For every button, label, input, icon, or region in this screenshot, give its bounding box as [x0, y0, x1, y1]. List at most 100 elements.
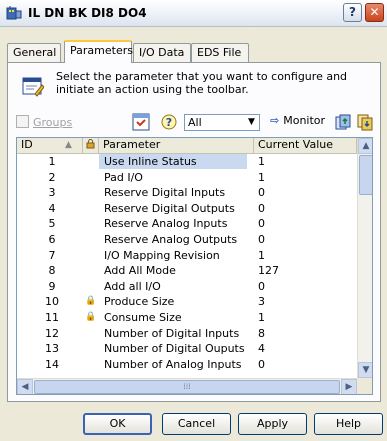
cell-current-value[interactable]: 0 [255, 279, 358, 294]
monitor-label: Monitor [283, 114, 326, 127]
cell-id: 14 [45, 357, 59, 371]
tab-io-data[interactable]: I/O Data [133, 43, 191, 62]
parameter-filter-select[interactable]: All ▼ [184, 114, 260, 131]
dialog-window: IL DN BK DI8 DO4 ? ✕ General Parameters … [0, 0, 387, 441]
upload-icon[interactable] [334, 113, 352, 131]
cell-id: 6 [48, 233, 56, 246]
table-row[interactable]: 12 Number of Digital Inputs 8 [17, 326, 357, 341]
ok-button[interactable]: OK [83, 413, 152, 435]
cell-parameter-name: Add all I/O [104, 279, 161, 293]
scroll-up-icon[interactable]: ▲ [358, 138, 372, 154]
column-header-parameter[interactable]: Parameter [99, 138, 254, 153]
cell-current-value[interactable]: 8 [255, 326, 358, 341]
lock-empty [83, 326, 99, 341]
horizontal-scrollbar[interactable]: ◀ ⁞⁞⁞ ▶ [17, 378, 357, 394]
cell-current-value[interactable]: 0 [255, 216, 358, 231]
vertical-scrollbar[interactable]: ▲ ▼ [357, 138, 372, 378]
cell-id: 10 [45, 295, 59, 309]
table-row[interactable]: 1 Use Inline Status 1 [17, 154, 357, 169]
table-row[interactable]: 3 Reserve Digital Inputs 0 [17, 185, 357, 200]
cell-current-value[interactable]: 1 [255, 310, 358, 325]
help-button[interactable]: Help [314, 413, 383, 435]
window-title: IL DN BK DI8 DO4 [28, 6, 147, 20]
scroll-down-icon[interactable]: ▼ [358, 362, 372, 378]
sort-arrow-icon: ▲ [65, 140, 72, 150]
cell-parameter-name: Reserve Analog Inputs [104, 217, 228, 231]
help-parameter-icon[interactable]: ? [160, 113, 178, 131]
lock-empty [83, 232, 99, 247]
cell-current-value[interactable]: 0 [255, 201, 358, 216]
scroll-left-icon[interactable]: ◀ [17, 379, 33, 394]
cell-id: 11 [45, 311, 59, 324]
download-icon[interactable] [356, 113, 374, 131]
cell-id: 3 [48, 186, 56, 200]
cell-parameter-name: Add All Mode [104, 264, 176, 278]
cell-current-value[interactable]: 0 [255, 185, 358, 200]
parameter-table[interactable]: ID ▲ Parameter Current Value 1 Use Inline… [16, 137, 373, 395]
parameters-panel: Select the parameter that you want to co… [7, 62, 381, 402]
cancel-button[interactable]: Cancel [162, 413, 231, 435]
column-header-id[interactable]: ID ▲ [17, 138, 83, 153]
table-row[interactable]: 7 I/O Mapping Revision 1 [17, 248, 357, 263]
lock-empty [83, 248, 99, 263]
cell-id: 1 [48, 155, 56, 168]
cell-id: 13 [45, 342, 59, 356]
vertical-scroll-thumb[interactable] [359, 155, 372, 195]
close-button[interactable]: ✕ [365, 3, 384, 22]
cell-current-value[interactable]: 3 [255, 294, 358, 309]
cell-current-value[interactable]: 127 [255, 263, 358, 278]
cell-current-value[interactable]: 1 [255, 170, 358, 185]
table-row[interactable]: 9 Add all I/O 0 [17, 279, 357, 294]
table-row[interactable]: 10 🔒 Produce Size 3 [17, 294, 357, 309]
apply-button[interactable]: Apply [238, 413, 307, 435]
horizontal-scroll-thumb[interactable]: ⁞⁞⁞ [34, 380, 340, 394]
cell-current-value[interactable]: 1 [255, 154, 358, 169]
lock-empty [83, 279, 99, 294]
table-row[interactable]: 4 Reserve Digital Outputs 0 [17, 201, 357, 216]
cell-current-value[interactable]: 4 [255, 341, 358, 356]
lock-empty [83, 216, 99, 231]
table-row[interactable]: 11 🔒 Consume Size 1 [17, 310, 357, 325]
tab-eds-file[interactable]: EDS File [191, 43, 249, 62]
table-row[interactable]: 5 Reserve Analog Inputs 0 [17, 216, 357, 231]
cell-parameter-name: Number of Analog Inputs [104, 357, 242, 371]
cell-current-value[interactable]: 1 [255, 248, 358, 263]
lock-empty [83, 357, 99, 372]
table-row[interactable]: 8 Add All Mode 127 [17, 263, 357, 278]
cell-parameter-name: Use Inline Status [99, 154, 247, 169]
edit-parameter-icon [22, 77, 44, 97]
column-header-current-value[interactable]: Current Value [254, 138, 357, 153]
lock-icon: 🔒 [85, 312, 97, 322]
tab-general[interactable]: General [7, 43, 61, 62]
scroll-corner [357, 378, 372, 394]
filter-value: All [188, 116, 202, 129]
cell-parameter-name: Reserve Digital Outputs [104, 201, 235, 215]
groups-checkbox[interactable]: Groups [16, 115, 72, 129]
column-header-lock[interactable] [83, 138, 99, 153]
lock-icon: 🔒 [85, 296, 97, 307]
svg-text:?: ? [166, 116, 172, 129]
table-row[interactable]: 14 Number of Analog Inputs 0 [17, 357, 357, 372]
tab-parameters[interactable]: Parameters [64, 40, 133, 63]
table-row[interactable]: 13 Number of Digital Ouputs 4 [17, 341, 357, 356]
title-bar[interactable]: IL DN BK DI8 DO4 ? ✕ [0, 0, 387, 27]
column-id-label: ID [21, 138, 33, 151]
cell-current-value[interactable]: 0 [255, 357, 358, 372]
tab-parameters-label: Parameters [70, 44, 133, 57]
cell-current-value[interactable]: 0 [255, 232, 358, 247]
scroll-right-icon[interactable]: ▶ [341, 379, 357, 394]
parameter-grid-icon[interactable] [132, 113, 150, 131]
cell-parameter-name: Consume Size [104, 311, 182, 324]
table-row[interactable]: 2 Pad I/O 1 [17, 170, 357, 185]
groups-label: Groups [33, 116, 73, 129]
cell-parameter-name: I/O Mapping Revision [104, 248, 220, 262]
cell-id: 5 [48, 217, 56, 231]
lock-empty [83, 341, 99, 356]
table-row[interactable]: 6 Reserve Analog Outputs 0 [17, 232, 357, 247]
checkbox-box[interactable] [16, 115, 29, 128]
lock-icon [86, 139, 95, 149]
chevron-down-icon[interactable]: ▼ [244, 115, 259, 130]
cell-id: 4 [48, 201, 56, 215]
monitor-button[interactable]: ⇨ Monitor [270, 114, 325, 127]
help-title-button[interactable]: ? [343, 3, 362, 22]
